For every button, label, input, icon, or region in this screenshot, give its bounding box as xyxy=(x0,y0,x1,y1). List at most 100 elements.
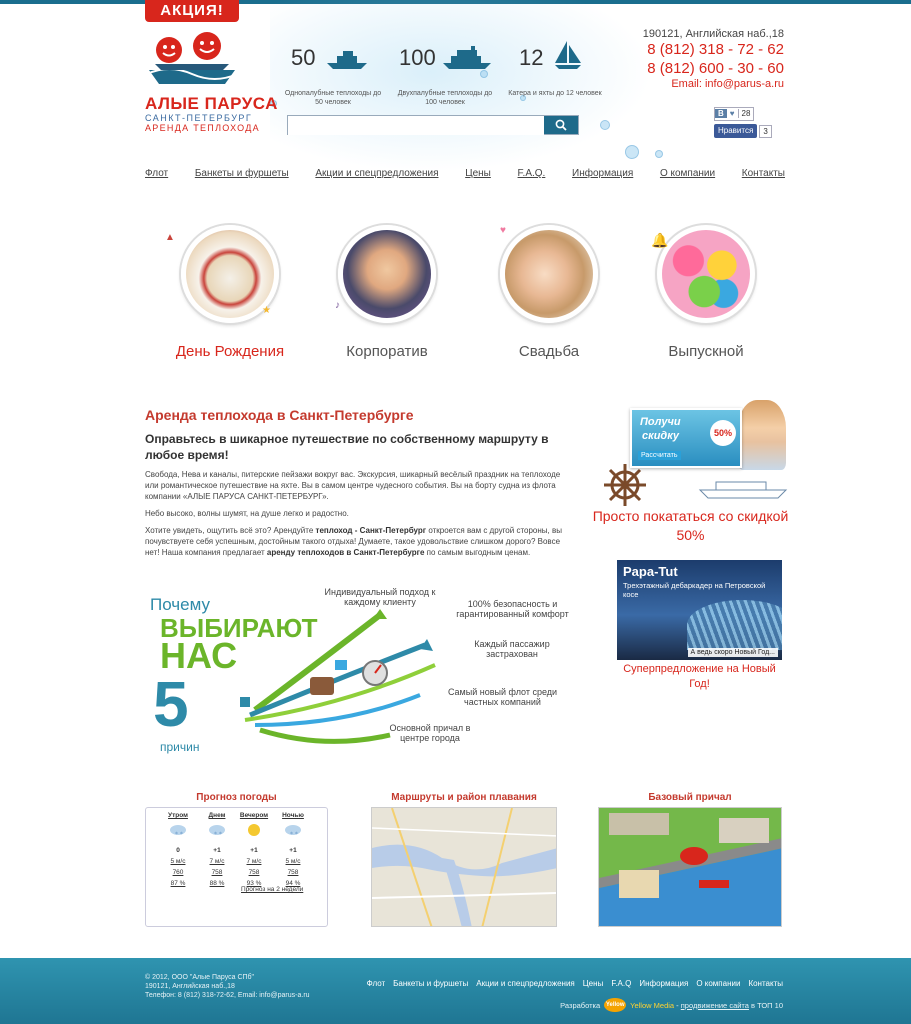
discount-line-2: скидку xyxy=(642,430,680,442)
corporate-party-image[interactable] xyxy=(338,225,436,323)
logo-icon[interactable] xyxy=(145,30,239,88)
ship-wheel-icon xyxy=(604,464,646,506)
bubble-decoration xyxy=(655,150,663,158)
two-week-forecast-link[interactable]: Прогноз на 2 недели xyxy=(241,886,303,893)
footer-nav-faq[interactable]: F.A.Q xyxy=(611,979,631,988)
weather-pressure[interactable]: 758 xyxy=(236,867,272,878)
discount-banner[interactable]: Получи скидку 50% Рассчитать xyxy=(588,380,793,506)
routes-title[interactable]: Маршруты и район плавания xyxy=(371,792,557,803)
weather-pressure[interactable]: 760 xyxy=(160,867,196,878)
dev-name[interactable]: Yellow Media xyxy=(630,1001,674,1010)
logo-tagline: АРЕНДА ТЕПЛОХОДА xyxy=(145,123,260,133)
footer-nav-about[interactable]: О компании xyxy=(696,979,740,988)
stat-12-yacht[interactable]: 12 Катера и яхты до 12 человек xyxy=(505,41,605,98)
category-wedding[interactable]: Свадьба xyxy=(479,225,619,360)
music-note-icon: ♪ xyxy=(335,300,340,311)
weather-column-night: Ночью * * +1 5 м/с 758 94 % xyxy=(275,810,311,889)
phone-2[interactable]: 8 (812) 600 - 30 - 60 xyxy=(643,59,784,78)
footer-contact: Телефон: 8 (812) 318-72-62, Email: info@… xyxy=(145,992,310,999)
footer-nav-banquets[interactable]: Банкеты и фуршеты xyxy=(393,979,468,988)
papatut-footer: А ведь скоро Новый Год... xyxy=(687,648,778,657)
wedding-couple-image[interactable] xyxy=(500,225,598,323)
footer-nav-contacts[interactable]: Контакты xyxy=(748,979,783,988)
weather-pressure[interactable]: 758 xyxy=(199,867,235,878)
weather-wind[interactable]: 7 м/с xyxy=(199,856,235,867)
weather-period: Ночью xyxy=(282,812,304,819)
promo-badge[interactable]: АКЦИЯ! xyxy=(145,0,239,22)
svg-text:* *: * * xyxy=(214,831,222,837)
papatut-banner[interactable]: Papa-Tut Трехэтажный дебаркадер на Петро… xyxy=(617,560,782,660)
why-number: 5 xyxy=(153,668,189,740)
papatut-subtitle: Трехэтажный дебаркадер на Петровской кос… xyxy=(623,581,766,599)
category-birthday[interactable]: День Рождения xyxy=(160,225,300,360)
nav-info[interactable]: Информация xyxy=(572,168,633,179)
sun-icon xyxy=(236,821,272,839)
balloons-image[interactable] xyxy=(657,225,755,323)
weather-period: Утром xyxy=(168,812,188,819)
weather-wind[interactable]: 7 м/с xyxy=(236,856,272,867)
boat-icon xyxy=(698,481,788,499)
nav-faq[interactable]: F.A.Q. xyxy=(518,168,546,179)
yellow-media-logo[interactable]: Yellow xyxy=(604,998,627,1012)
snow-cloud-icon: * * xyxy=(275,821,311,839)
phone-1[interactable]: 8 (812) 318 - 72 - 62 xyxy=(643,40,784,59)
nav-prices[interactable]: Цены xyxy=(465,168,491,179)
email-link[interactable]: Email: info@parus-a.ru xyxy=(643,78,784,90)
star-icon: ★ xyxy=(262,305,271,316)
weather-humidity[interactable]: 88 % xyxy=(199,878,235,889)
fb-like-button[interactable]: Нравится 3 xyxy=(714,124,772,138)
nav-fleet[interactable]: Флот xyxy=(145,168,168,179)
category-label[interactable]: День Рождения xyxy=(160,343,300,360)
stat-caption: Катера и яхты до 12 человек xyxy=(508,90,602,97)
footer-nav-promotions[interactable]: Акции и спецпредложения xyxy=(476,979,575,988)
weather-wind[interactable]: 5 м/с xyxy=(275,856,311,867)
article-paragraph: Небо высоко, волны шумят, на душе легко … xyxy=(145,509,349,518)
discount-caption[interactable]: Просто покататься со скидкой 50% xyxy=(588,507,793,545)
reason-2: 100% безопасность и гарантированный комф… xyxy=(456,599,569,619)
nav-banquets[interactable]: Банкеты и фуршеты xyxy=(195,168,289,179)
calculate-button[interactable]: Рассчитать xyxy=(638,451,681,460)
footer-copyright: © 2012, ООО "Алые Паруса СПб" xyxy=(145,974,255,981)
weather-humidity[interactable]: 87 % xyxy=(160,878,196,889)
papatut-title: Papa-Tut xyxy=(623,564,678,579)
category-corporate[interactable]: Корпоратив xyxy=(317,225,457,360)
search-input[interactable] xyxy=(288,117,544,135)
search-icon xyxy=(555,119,567,131)
text-span: Хотите увидеть, ощутить всё это? Арендуй… xyxy=(145,526,316,535)
nav-promotions[interactable]: Акции и спецпредложения xyxy=(315,168,438,179)
developer-credit: Разработка Yellow Yellow Media - продвиж… xyxy=(560,998,783,1012)
footer-info: © 2012, ООО "Алые Паруса СПб" 190121, Ан… xyxy=(145,973,310,1000)
article-title: Аренда теплохода в Санкт-Петербурге xyxy=(145,407,414,423)
bubble-decoration xyxy=(600,120,610,130)
weather-title[interactable]: Прогноз погоды xyxy=(145,792,328,803)
footer-nav: Флот Банкеты и фуршеты Акции и спецпредл… xyxy=(367,979,783,988)
reason-3: Каждый пассажир застрахован xyxy=(474,639,550,659)
vk-like-button[interactable]: В ♥ 28 xyxy=(714,106,755,121)
fb-like-label[interactable]: Нравится xyxy=(714,124,758,138)
footer-nav-fleet[interactable]: Флот xyxy=(367,979,386,988)
routes-map[interactable] xyxy=(371,807,557,927)
footer-nav-prices[interactable]: Цены xyxy=(583,979,604,988)
category-label[interactable]: Корпоратив xyxy=(317,343,457,360)
footer-nav-info[interactable]: Информация xyxy=(639,979,688,988)
nav-about[interactable]: О компании xyxy=(660,168,715,179)
snow-cloud-icon: * * xyxy=(199,821,235,839)
search-button[interactable] xyxy=(544,116,578,134)
weather-column-day: Днем * * +1 7 м/с 758 88 % xyxy=(199,810,235,889)
search-box[interactable] xyxy=(287,115,579,135)
map-image xyxy=(372,808,556,926)
category-label[interactable]: Выпускной xyxy=(636,343,776,360)
stat-100-ship[interactable]: 100 Двухпалубные теплоходы до 100 челове… xyxy=(395,45,495,107)
pier-3d-map-image xyxy=(599,813,781,926)
stat-caption: Однопалубные теплоходы до 50 человек xyxy=(284,90,382,106)
logo-title[interactable]: АЛЫЕ ПАРУСА xyxy=(145,94,278,114)
pier-illustration[interactable] xyxy=(598,807,782,927)
nav-contacts[interactable]: Контакты xyxy=(742,168,785,179)
papatut-caption[interactable]: Суперпредложение на Новый Год! xyxy=(617,662,782,692)
stat-50-ship[interactable]: 50 Однопалубные теплоходы до 50 человек xyxy=(283,45,383,107)
seo-link[interactable]: продвижение сайта xyxy=(681,1001,749,1010)
category-label[interactable]: Свадьба xyxy=(479,343,619,360)
weather-wind[interactable]: 5 м/с xyxy=(160,856,196,867)
weather-pressure[interactable]: 758 xyxy=(275,867,311,878)
pier-title[interactable]: Базовый причал xyxy=(598,792,782,803)
